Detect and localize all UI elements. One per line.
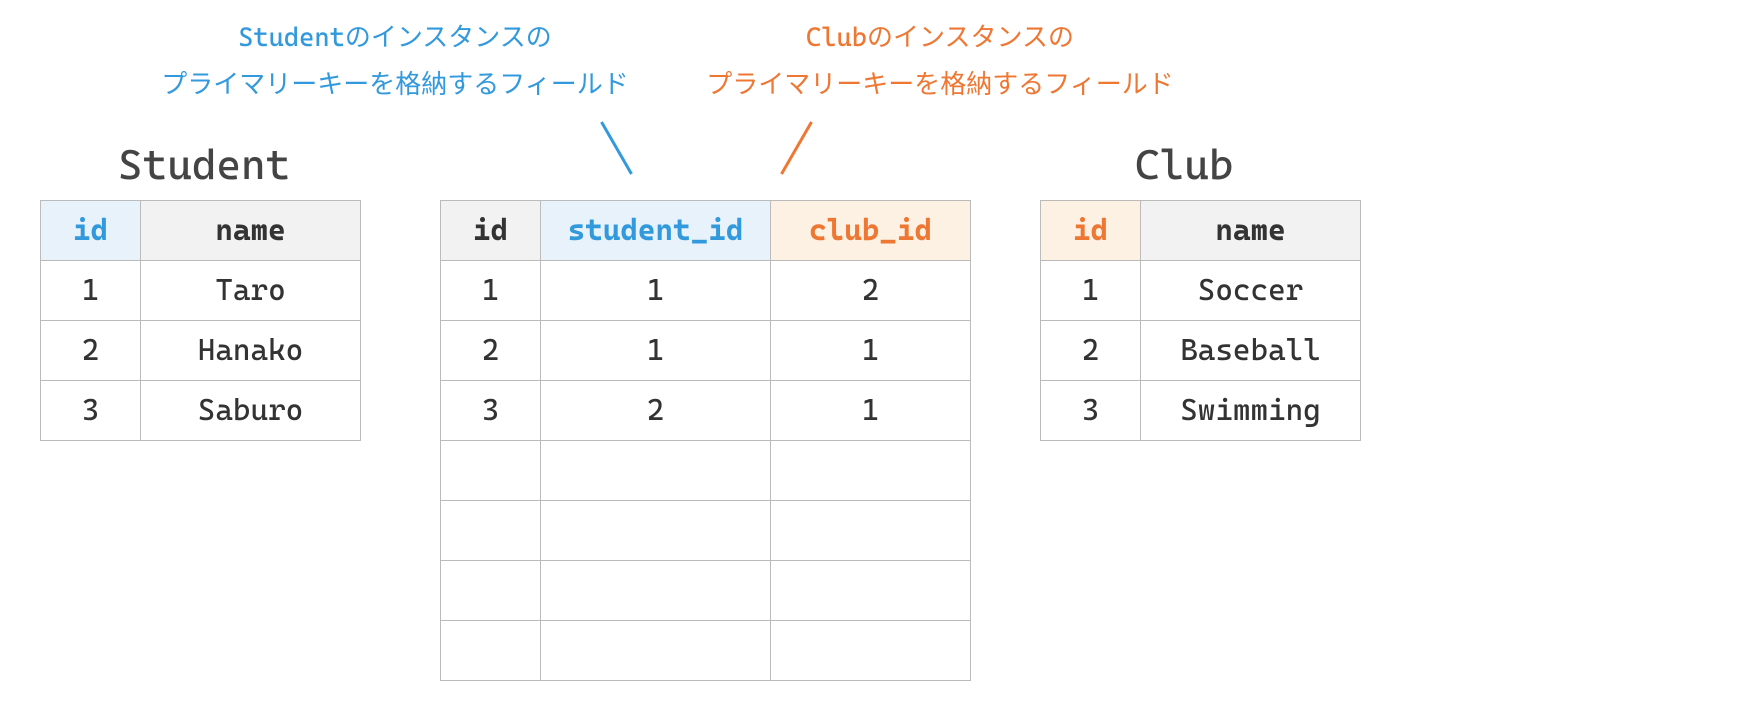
th-name: name bbox=[141, 201, 361, 261]
cell-club-id: 1 bbox=[771, 381, 971, 441]
table-title-club: Club bbox=[1135, 140, 1233, 189]
cell-empty bbox=[771, 561, 971, 621]
club-table: id name 1 Soccer 2 Baseball 3 Swimming bbox=[1040, 200, 1361, 441]
annotation-student-fk: Studentのインスタンスの プライマリーキーを格納するフィールド bbox=[125, 15, 665, 109]
cell-empty bbox=[541, 621, 771, 681]
cell-name: Taro bbox=[141, 261, 361, 321]
table-row-empty bbox=[441, 501, 971, 561]
table-row-empty bbox=[441, 441, 971, 501]
table-header-row: id name bbox=[41, 201, 361, 261]
table-row: 2 Hanako bbox=[41, 321, 361, 381]
table-row: 3 Swimming bbox=[1041, 381, 1361, 441]
cell-name: Saburo bbox=[141, 381, 361, 441]
cell-id: 1 bbox=[441, 261, 541, 321]
cell-club-id: 2 bbox=[771, 261, 971, 321]
th-id: id bbox=[41, 201, 141, 261]
cell-empty bbox=[541, 441, 771, 501]
student-table: id name 1 Taro 2 Hanako 3 Saburo bbox=[40, 200, 361, 441]
cell-empty bbox=[441, 501, 541, 561]
table-row: 3 Saburo bbox=[41, 381, 361, 441]
cell-empty bbox=[541, 561, 771, 621]
cell-id: 1 bbox=[41, 261, 141, 321]
table-header-row: id name bbox=[1041, 201, 1361, 261]
pointer-line-blue bbox=[600, 121, 633, 174]
cell-student-id: 1 bbox=[541, 261, 771, 321]
cell-empty bbox=[771, 501, 971, 561]
annotation-club-fk: Clubのインスタンスの プライマリーキーを格納するフィールド bbox=[670, 15, 1210, 109]
annotation-text: Clubのインスタンスの bbox=[670, 15, 1210, 62]
cell-id: 2 bbox=[441, 321, 541, 381]
cell-student-id: 1 bbox=[541, 321, 771, 381]
cell-name: Hanako bbox=[141, 321, 361, 381]
table-row: 2 Baseball bbox=[1041, 321, 1361, 381]
cell-name: Swimming bbox=[1141, 381, 1361, 441]
cell-empty bbox=[771, 441, 971, 501]
cell-student-id: 2 bbox=[541, 381, 771, 441]
cell-id: 3 bbox=[41, 381, 141, 441]
cell-empty bbox=[541, 501, 771, 561]
cell-id: 3 bbox=[441, 381, 541, 441]
annotation-text: Studentのインスタンスの bbox=[125, 15, 665, 62]
cell-club-id: 1 bbox=[771, 321, 971, 381]
table-row: 3 2 1 bbox=[441, 381, 971, 441]
table-row: 2 1 1 bbox=[441, 321, 971, 381]
cell-id: 2 bbox=[1041, 321, 1141, 381]
cell-empty bbox=[441, 621, 541, 681]
cell-empty bbox=[441, 441, 541, 501]
pointer-line-orange bbox=[780, 121, 813, 174]
table-row-empty bbox=[441, 621, 971, 681]
th-id: id bbox=[441, 201, 541, 261]
cell-empty bbox=[441, 561, 541, 621]
cell-id: 3 bbox=[1041, 381, 1141, 441]
cell-name: Soccer bbox=[1141, 261, 1361, 321]
th-id: id bbox=[1041, 201, 1141, 261]
junction-table: id student_id club_id 1 1 2 2 1 1 3 2 1 bbox=[440, 200, 971, 681]
th-name: name bbox=[1141, 201, 1361, 261]
table-title-student: Student bbox=[118, 140, 290, 189]
annotation-text: プライマリーキーを格納するフィールド bbox=[670, 62, 1210, 109]
cell-empty bbox=[771, 621, 971, 681]
cell-id: 1 bbox=[1041, 261, 1141, 321]
th-student-id: student_id bbox=[541, 201, 771, 261]
table-header-row: id student_id club_id bbox=[441, 201, 971, 261]
cell-name: Baseball bbox=[1141, 321, 1361, 381]
cell-id: 2 bbox=[41, 321, 141, 381]
table-row: 1 Soccer bbox=[1041, 261, 1361, 321]
th-club-id: club_id bbox=[771, 201, 971, 261]
table-row: 1 Taro bbox=[41, 261, 361, 321]
table-row: 1 1 2 bbox=[441, 261, 971, 321]
table-row-empty bbox=[441, 561, 971, 621]
annotation-text: プライマリーキーを格納するフィールド bbox=[125, 62, 665, 109]
